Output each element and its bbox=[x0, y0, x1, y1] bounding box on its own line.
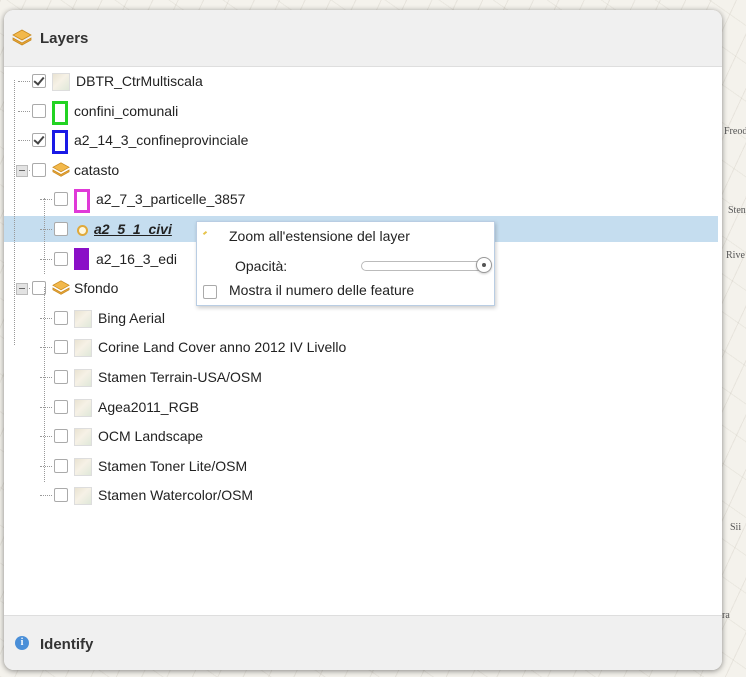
layer-label[interactable]: Sfondo bbox=[74, 280, 118, 296]
layer-label[interactable]: a2_5_1_civi bbox=[94, 221, 172, 237]
layer-label[interactable]: Corine Land Cover anno 2012 IV Livello bbox=[98, 339, 346, 355]
zoom-to-extent-item[interactable]: Zoom all'estensione del layer bbox=[229, 228, 410, 244]
collapse-toggle-icon[interactable] bbox=[16, 165, 28, 177]
layer-visibility-checkbox[interactable] bbox=[54, 340, 68, 354]
layer-label[interactable]: Stamen Toner Lite/OSM bbox=[98, 458, 247, 474]
tree-connector bbox=[40, 466, 52, 467]
layer-row[interactable]: DBTR_CtrMultiscala bbox=[4, 68, 718, 94]
layer-visibility-checkbox[interactable] bbox=[54, 252, 68, 266]
feature-count-checkbox[interactable] bbox=[203, 285, 217, 299]
opacity-slider[interactable] bbox=[361, 257, 492, 273]
tree-connector bbox=[40, 347, 52, 348]
layer-label[interactable]: Agea2011_RGB bbox=[98, 399, 199, 415]
layer-visibility-checkbox[interactable] bbox=[32, 74, 46, 88]
tree-connector bbox=[40, 436, 52, 437]
map-thumbnail-icon bbox=[74, 428, 92, 446]
identify-panel-header[interactable]: i Identify bbox=[4, 615, 722, 670]
info-icon: i bbox=[15, 636, 29, 650]
layer-style-swatch bbox=[52, 101, 68, 125]
layer-visibility-checkbox[interactable] bbox=[54, 370, 68, 384]
layer-row[interactable]: OCM Landscape bbox=[4, 423, 718, 449]
map-thumbnail-icon bbox=[74, 487, 92, 505]
layer-visibility-checkbox[interactable] bbox=[54, 192, 68, 206]
layer-label[interactable]: a2_7_3_particelle_3857 bbox=[96, 191, 245, 207]
map-label: Rive bbox=[726, 250, 745, 261]
map-thumbnail-icon bbox=[74, 399, 92, 417]
layer-style-swatch bbox=[74, 189, 90, 213]
panel-title: Layers bbox=[40, 30, 89, 47]
tree-connector bbox=[44, 287, 45, 482]
layer-label[interactable]: OCM Landscape bbox=[98, 428, 203, 444]
tree-connector bbox=[40, 199, 52, 200]
collapse-toggle-icon[interactable] bbox=[16, 283, 28, 295]
layers-panel: Layers DBTR_CtrMultiscala confini_comunal… bbox=[4, 10, 722, 670]
layer-row[interactable]: Corine Land Cover anno 2012 IV Livello bbox=[4, 334, 718, 360]
layer-visibility-checkbox[interactable] bbox=[32, 133, 46, 147]
layer-label[interactable]: catasto bbox=[74, 162, 119, 178]
layer-row[interactable]: confini_comunali bbox=[4, 98, 718, 125]
layers-panel-header[interactable]: Layers bbox=[4, 10, 722, 67]
layers-stack-icon bbox=[52, 162, 70, 177]
layer-visibility-checkbox[interactable] bbox=[54, 311, 68, 325]
layer-row[interactable]: Stamen Toner Lite/OSM bbox=[4, 453, 718, 479]
layer-label[interactable]: Stamen Watercolor/OSM bbox=[98, 487, 253, 503]
map-label: Sii bbox=[730, 522, 742, 533]
tree-connector bbox=[40, 407, 52, 408]
layer-label[interactable]: DBTR_CtrMultiscala bbox=[76, 73, 203, 89]
tree-connector bbox=[40, 318, 52, 319]
map-thumbnail-icon bbox=[74, 339, 92, 357]
tree-connector bbox=[14, 80, 15, 345]
map-label: ra bbox=[722, 610, 730, 621]
layer-row[interactable]: a2_14_3_confineprovinciale bbox=[4, 127, 718, 154]
layer-label[interactable]: a2_14_3_confineprovinciale bbox=[74, 132, 248, 148]
tree-connector bbox=[40, 259, 52, 260]
layer-visibility-checkbox[interactable] bbox=[54, 429, 68, 443]
tree-connector bbox=[40, 377, 52, 378]
tree-connector bbox=[40, 229, 52, 230]
tree-connector bbox=[40, 495, 52, 496]
layer-visibility-checkbox[interactable] bbox=[54, 459, 68, 473]
tree-connector bbox=[18, 111, 30, 112]
layers-stack-icon bbox=[52, 280, 70, 295]
layer-visibility-checkbox[interactable] bbox=[54, 488, 68, 502]
layer-group-row[interactable]: catasto bbox=[4, 157, 718, 183]
map-label: Stent bbox=[728, 205, 746, 216]
layer-label[interactable]: Bing Aerial bbox=[98, 310, 165, 326]
feature-count-item[interactable]: Mostra il numero delle feature bbox=[229, 282, 414, 298]
layer-style-swatch bbox=[52, 130, 68, 154]
layer-context-menu: Zoom all'estensione del layer Opacità: M… bbox=[196, 221, 495, 306]
map-thumbnail-icon bbox=[74, 310, 92, 328]
map-label: Freod bbox=[724, 126, 746, 137]
layer-row[interactable]: Bing Aerial bbox=[4, 305, 718, 331]
layer-row[interactable]: Stamen Terrain-USA/OSM bbox=[4, 364, 718, 390]
map-thumbnail-icon bbox=[74, 369, 92, 387]
tree-connector bbox=[18, 81, 30, 82]
layer-row[interactable]: Stamen Watercolor/OSM bbox=[4, 482, 718, 508]
layer-label[interactable]: confini_comunali bbox=[74, 103, 178, 119]
layer-visibility-checkbox[interactable] bbox=[54, 222, 68, 236]
opacity-slider-handle[interactable] bbox=[476, 257, 492, 273]
point-symbol-icon bbox=[77, 225, 88, 236]
layer-visibility-checkbox[interactable] bbox=[32, 104, 46, 118]
identify-title: Identify bbox=[40, 636, 94, 653]
map-thumbnail-icon bbox=[74, 458, 92, 476]
tree-connector bbox=[44, 198, 45, 274]
map-thumbnail-icon bbox=[52, 73, 70, 91]
layer-row[interactable]: Agea2011_RGB bbox=[4, 394, 718, 420]
layer-style-swatch bbox=[74, 248, 89, 270]
zoom-extent-icon bbox=[202, 230, 208, 236]
layers-stack-icon bbox=[12, 29, 32, 46]
layer-row[interactable]: a2_7_3_particelle_3857 bbox=[4, 186, 718, 213]
tree-connector bbox=[18, 140, 30, 141]
opacity-label: Opacità: bbox=[235, 258, 288, 274]
layer-visibility-checkbox[interactable] bbox=[32, 163, 46, 177]
layer-label[interactable]: Stamen Terrain-USA/OSM bbox=[98, 369, 262, 385]
layer-visibility-checkbox[interactable] bbox=[54, 400, 68, 414]
layer-label[interactable]: a2_16_3_edi bbox=[96, 251, 177, 267]
